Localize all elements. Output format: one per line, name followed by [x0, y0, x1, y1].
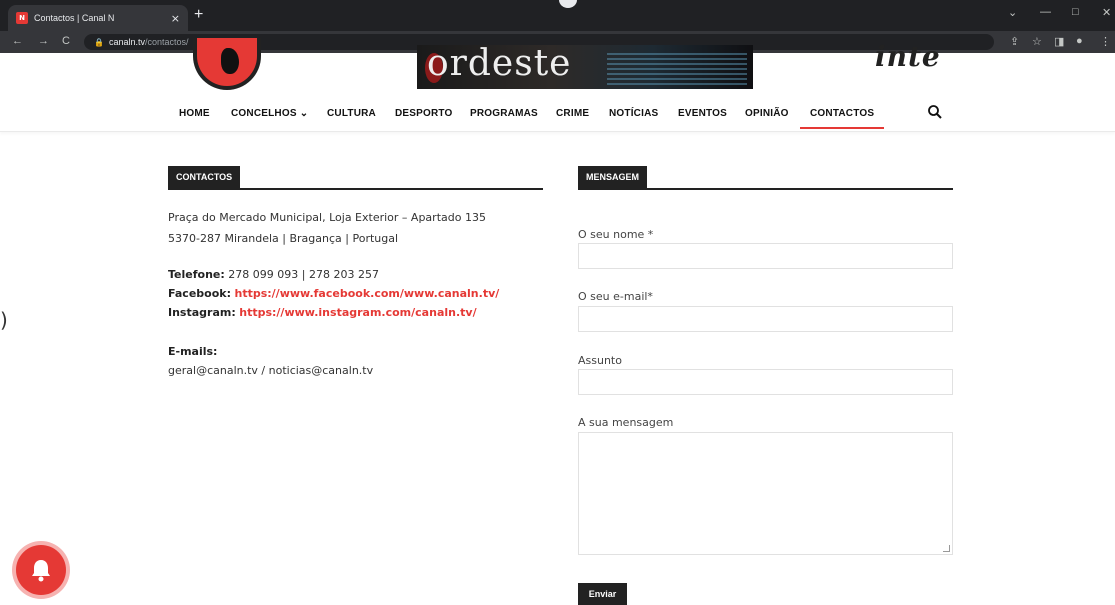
minimize-button[interactable]: — [1040, 6, 1051, 18]
notification-bell-button[interactable] [16, 545, 66, 595]
address-line-1: Praça do Mercado Municipal, Loja Exterio… [168, 211, 486, 224]
contacts-heading-label: CONTACTOS [168, 166, 241, 188]
nav-item-concelhos-label: CONCELHOS [231, 108, 297, 119]
emails-label: E-mails: [168, 345, 217, 358]
emails-value: geral@canaln.tv / noticias@canaln.tv [168, 364, 374, 377]
instagram-link[interactable]: https://www.instagram.com/canaln.tv/ [239, 306, 476, 319]
nav-item-crime[interactable]: CRIME [556, 108, 589, 119]
subject-field[interactable] [578, 369, 953, 395]
bookmark-star-icon[interactable]: ☆ [1032, 35, 1042, 48]
email-field[interactable] [578, 306, 953, 332]
tab-search-chevron-icon[interactable]: ⌄ [1008, 6, 1017, 19]
main-nav: HOME CONCELHOS ⌄ CULTURA DESPORTO PROGRA… [0, 96, 1115, 132]
contacts-heading: CONTACTOS [168, 166, 543, 190]
bell-icon [32, 560, 50, 582]
phone-value: 278 099 093 | 278 203 257 [228, 268, 379, 281]
url-domain: canaln.tv [108, 37, 145, 47]
facebook-label: Facebook: [168, 287, 231, 300]
message-label: A sua mensagem [578, 416, 674, 429]
favicon-icon: N [16, 12, 28, 24]
message-heading-label: MENSAGEM [578, 166, 648, 188]
browser-tab-bar: N Contactos | Canal N × + ⌄ — □ ✕ [0, 0, 1115, 31]
nav-item-cultura[interactable]: CULTURA [327, 108, 376, 119]
close-window-button[interactable]: ✕ [1102, 6, 1111, 19]
forward-button[interactable]: → [38, 35, 49, 47]
nav-item-noticias[interactable]: NOTÍCIAS [609, 108, 658, 119]
instagram-row: Instagram: https://www.instagram.com/can… [168, 306, 477, 319]
nav-item-eventos[interactable]: EVENTOS [678, 108, 727, 119]
tab-title: Contactos | Canal N [34, 13, 115, 23]
window-notch [559, 0, 577, 8]
share-icon[interactable]: ⇪ [1010, 35, 1019, 48]
menu-icon[interactable]: ⋮ [1100, 35, 1111, 48]
lock-icon: 🔒 [94, 38, 104, 47]
nav-item-opiniao[interactable]: OPINIÃO [745, 108, 789, 119]
chevron-down-icon: ⌄ [299, 108, 309, 119]
right-banner-text[interactable]: inte [875, 40, 941, 73]
site-logo[interactable] [193, 38, 261, 90]
banner-decoration [607, 51, 747, 85]
reload-button[interactable]: C [62, 35, 70, 47]
browser-tab[interactable]: N Contactos | Canal N × [8, 5, 188, 31]
name-label: O seu nome * [578, 228, 654, 241]
message-heading: MENSAGEM [578, 166, 953, 190]
facebook-row: Facebook: https://www.facebook.com/www.c… [168, 287, 499, 300]
nav-item-desporto[interactable]: DESPORTO [395, 108, 453, 119]
name-field[interactable] [578, 243, 953, 269]
banner-text: ordeste [427, 45, 572, 84]
emails-label-text: E-mails: [168, 345, 218, 358]
new-tab-button[interactable]: + [194, 6, 203, 24]
subject-label: Assunto [578, 354, 622, 367]
facebook-link[interactable]: https://www.facebook.com/www.canaln.tv/ [234, 287, 499, 300]
partial-widget-edge: ) [0, 308, 8, 332]
nav-item-concelhos[interactable]: CONCELHOS ⌄ [231, 108, 308, 119]
nav-item-programas[interactable]: PROGRAMAS [470, 108, 538, 119]
tab-close-icon[interactable]: × [171, 12, 180, 25]
back-button[interactable]: ← [12, 35, 23, 47]
sidebar-icon[interactable]: ◨ [1054, 35, 1064, 48]
search-icon[interactable] [927, 104, 943, 120]
nav-item-home[interactable]: HOME [179, 108, 210, 119]
header-banner-ad[interactable]: ordeste [417, 45, 753, 89]
phone-label: Telefone: [168, 268, 225, 281]
profile-icon[interactable]: ● [1076, 35, 1083, 47]
email-label: O seu e-mail* [578, 290, 653, 303]
logo-figure [221, 48, 239, 74]
maximize-button[interactable]: □ [1072, 6, 1079, 18]
nav-item-contactos[interactable]: CONTACTOS [799, 108, 885, 129]
instagram-label: Instagram: [168, 306, 236, 319]
address-line-2: 5370-287 Mirandela | Bragança | Portugal [168, 232, 399, 245]
phone-row: Telefone: 278 099 093 | 278 203 257 [168, 268, 379, 281]
resize-handle-icon[interactable] [943, 545, 950, 552]
message-textarea[interactable] [578, 432, 953, 555]
url-path: /contactos/ [145, 37, 189, 47]
